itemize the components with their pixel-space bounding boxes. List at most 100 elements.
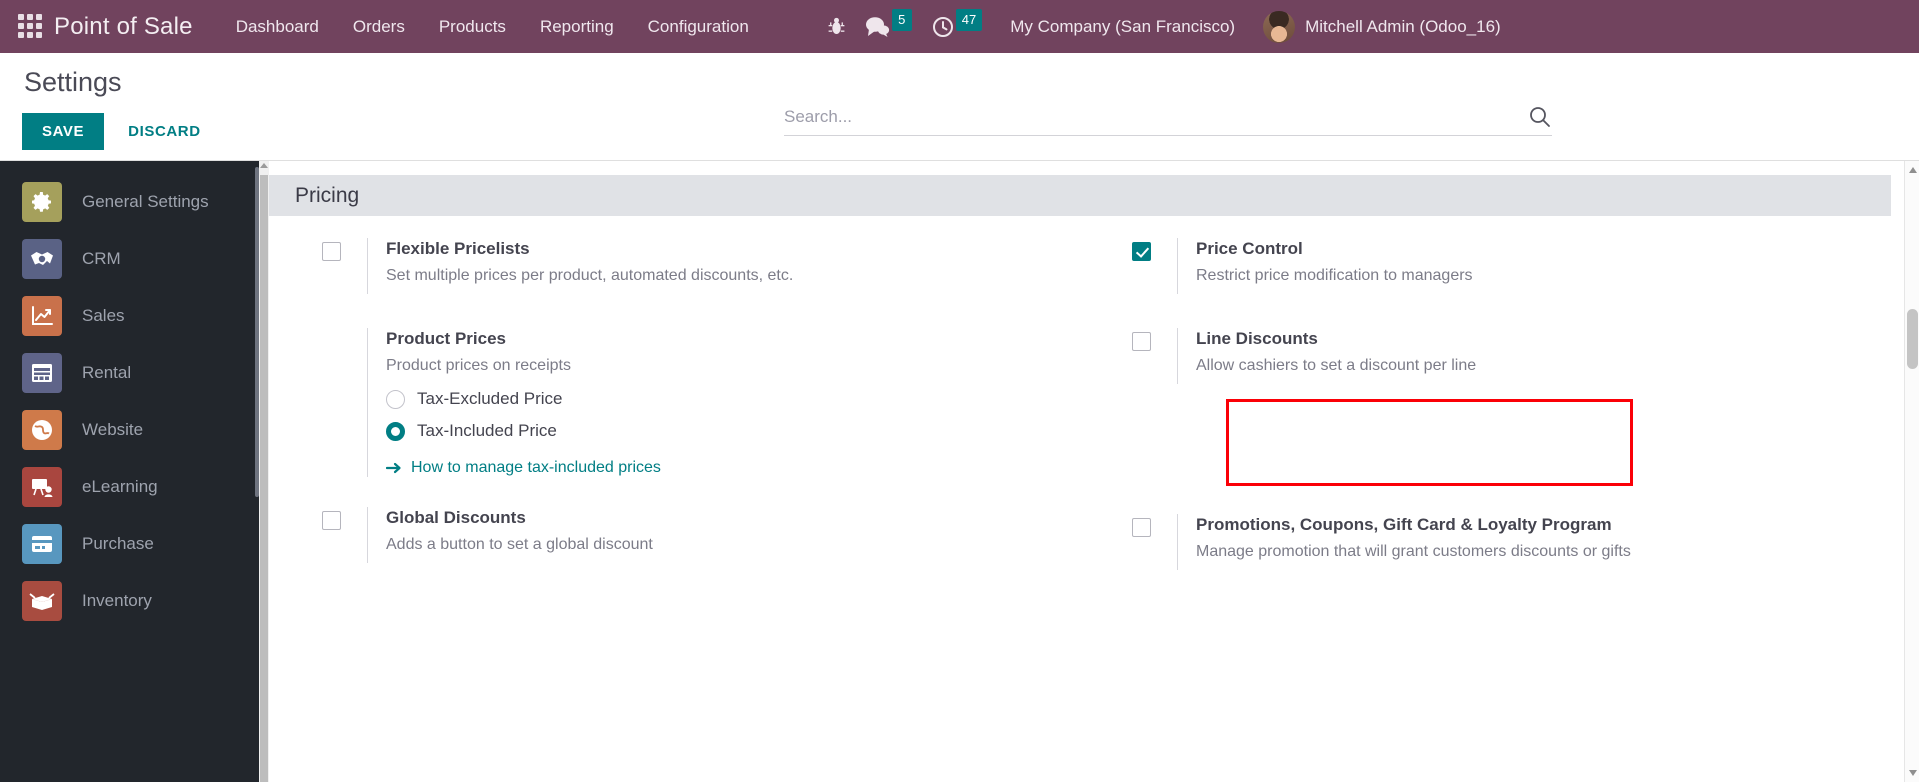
search-icon[interactable] (1528, 105, 1552, 129)
setting-body: Price Control Restrict price modificatio… (1177, 238, 1891, 294)
sidebar-item-general-settings[interactable]: General Settings (0, 173, 259, 230)
settings-left-column: Flexible Pricelists Set multiple prices … (295, 238, 1093, 604)
checkbox-wrapper (295, 507, 367, 531)
checkbox-wrapper (295, 238, 367, 261)
setting-body: Global Discounts Adds a button to set a … (367, 507, 1093, 564)
sidebar-item-label: Sales (82, 305, 125, 325)
setting-description: Set multiple prices per product, automat… (386, 266, 794, 284)
sidebar-item-label: Website (82, 419, 144, 439)
checkbox-wrapper (1105, 514, 1177, 537)
sidebar-item-website[interactable]: Website (0, 401, 259, 458)
setting-price-control: Price Control Restrict price modificatio… (1093, 238, 1891, 328)
sidebar-item-label: Inventory (82, 590, 152, 610)
chart-up-icon (22, 295, 62, 336)
setting-body: Flexible Pricelists Set multiple prices … (367, 238, 1093, 294)
apps-grid-icon[interactable] (18, 13, 44, 40)
action-buttons: SAVE DISCARD (22, 113, 215, 150)
nav-item-configuration[interactable]: Configuration (631, 0, 766, 53)
nav-item-products[interactable]: Products (422, 0, 523, 53)
setting-body: Promotions, Coupons, Gift Card & Loyalty… (1177, 514, 1891, 570)
sidebar-item-label: eLearning (82, 476, 158, 496)
presentation-icon (22, 466, 62, 507)
settings-main: Pricing Flexible Pricelists Set multiple… (259, 161, 1919, 782)
settings-sidebar: General Settings CRM Sales Rental Websit… (0, 161, 259, 782)
setting-title: Flexible Pricelists (386, 239, 530, 258)
settings-grid: Flexible Pricelists Set multiple prices … (269, 216, 1919, 604)
control-panel: Settings SAVE DISCARD (0, 53, 1919, 161)
arrow-right-icon (386, 461, 402, 475)
global-discounts-checkbox[interactable] (321, 511, 341, 531)
scroll-up-arrow-icon[interactable] (1909, 167, 1917, 173)
search-input[interactable] (784, 107, 1528, 127)
credit-card-icon (22, 523, 62, 564)
nav-item-reporting[interactable]: Reporting (523, 0, 631, 53)
setting-title: Price Control (1196, 239, 1303, 258)
sidebar-item-purchase[interactable]: Purchase (0, 515, 259, 572)
setting-title: Line Discounts (1196, 329, 1318, 348)
link-how-to-manage-tax-included-prices[interactable]: How to manage tax-included prices (386, 459, 1093, 477)
messages-counter[interactable]: 5 (865, 8, 912, 38)
sidebar-item-label: General Settings (82, 191, 209, 211)
nav-item-dashboard[interactable]: Dashboard (219, 0, 336, 53)
sidebar-item-label: CRM (82, 248, 121, 268)
sidebar-item-crm[interactable]: CRM (0, 230, 259, 287)
scroll-down-arrow-icon[interactable] (1909, 770, 1917, 776)
checkbox-wrapper-empty (295, 328, 367, 332)
company-selector[interactable]: My Company (San Francisco) (1010, 17, 1235, 37)
setting-description: Allow cashiers to set a discount per lin… (1196, 356, 1477, 374)
settings-inner-scrollbar-thumb[interactable] (260, 175, 268, 782)
app-brand-point-of-sale[interactable]: Point of Sale (54, 13, 193, 41)
radio-label: Tax-Excluded Price (417, 389, 563, 409)
avatar (1263, 10, 1296, 43)
sidebar-item-rental[interactable]: Rental (0, 344, 259, 401)
settings-inner-scrollbar[interactable] (259, 161, 269, 782)
setting-product-prices: Product Prices Product prices on receipt… (295, 328, 1093, 507)
calendar-icon (22, 352, 62, 393)
price-control-checkbox[interactable] (1131, 242, 1151, 261)
save-button[interactable]: SAVE (22, 113, 105, 150)
radio-tax-included-price[interactable]: Tax-Included Price (386, 421, 1093, 441)
setting-line-discounts: Line Discounts Allow cashiers to set a d… (1093, 328, 1891, 514)
radio-tax-excluded-price[interactable]: Tax-Excluded Price (386, 389, 1093, 409)
activities-badge-count: 47 (955, 8, 983, 31)
setting-description: Adds a button to set a global discount (386, 536, 653, 554)
sidebar-item-elearning[interactable]: eLearning (0, 458, 259, 515)
sidebar-item-label: Purchase (82, 533, 154, 553)
radio-button-selected[interactable] (386, 421, 405, 441)
top-navbar: Point of Sale Dashboard Orders Products … (0, 0, 1919, 53)
checkbox-wrapper (1105, 328, 1177, 351)
setting-description: Restrict price modification to managers (1196, 266, 1473, 284)
handshake-icon (22, 238, 62, 279)
checkbox-wrapper (1105, 238, 1177, 261)
flexible-pricelists-checkbox[interactable] (321, 242, 341, 261)
setting-title: Promotions, Coupons, Gift Card & Loyalty… (1196, 515, 1612, 534)
scroll-up-arrow-icon[interactable] (260, 163, 268, 168)
page-body: General Settings CRM Sales Rental Websit… (0, 161, 1919, 782)
nav-item-orders[interactable]: Orders (336, 0, 422, 53)
setting-body: Product Prices Product prices on receipt… (367, 328, 1093, 478)
settings-right-column: Price Control Restrict price modificatio… (1093, 238, 1891, 604)
setting-body: Line Discounts Allow cashiers to set a d… (1177, 328, 1891, 384)
sidebar-item-sales[interactable]: Sales (0, 287, 259, 344)
promotions-checkbox[interactable] (1131, 518, 1151, 537)
user-menu[interactable]: Mitchell Admin (Odoo_16) (1263, 10, 1501, 43)
discard-button[interactable]: DISCARD (114, 113, 215, 150)
radio-button[interactable] (386, 389, 405, 409)
page-scrollbar[interactable] (1904, 161, 1919, 782)
setting-promotions-coupons-loyalty: Promotions, Coupons, Gift Card & Loyalty… (1093, 514, 1891, 604)
user-name-label: Mitchell Admin (Odoo_16) (1305, 16, 1501, 36)
setting-description: Manage promotion that will grant custome… (1196, 542, 1631, 560)
page-title: Settings (24, 67, 122, 97)
settings-content: Pricing Flexible Pricelists Set multiple… (269, 161, 1919, 782)
setting-title: Product Prices (386, 329, 506, 348)
page-scrollbar-thumb[interactable] (1907, 309, 1918, 369)
activities-counter[interactable]: 47 (932, 8, 983, 38)
line-discounts-checkbox[interactable] (1131, 332, 1151, 351)
section-title: Pricing (295, 183, 360, 207)
messages-badge-count: 5 (891, 8, 912, 31)
sidebar-item-inventory[interactable]: Inventory (0, 572, 259, 629)
search-bar (784, 105, 1552, 136)
section-header-pricing: Pricing (269, 175, 1891, 216)
bug-icon[interactable] (828, 17, 845, 36)
sidebar-item-label: Rental (82, 362, 132, 382)
